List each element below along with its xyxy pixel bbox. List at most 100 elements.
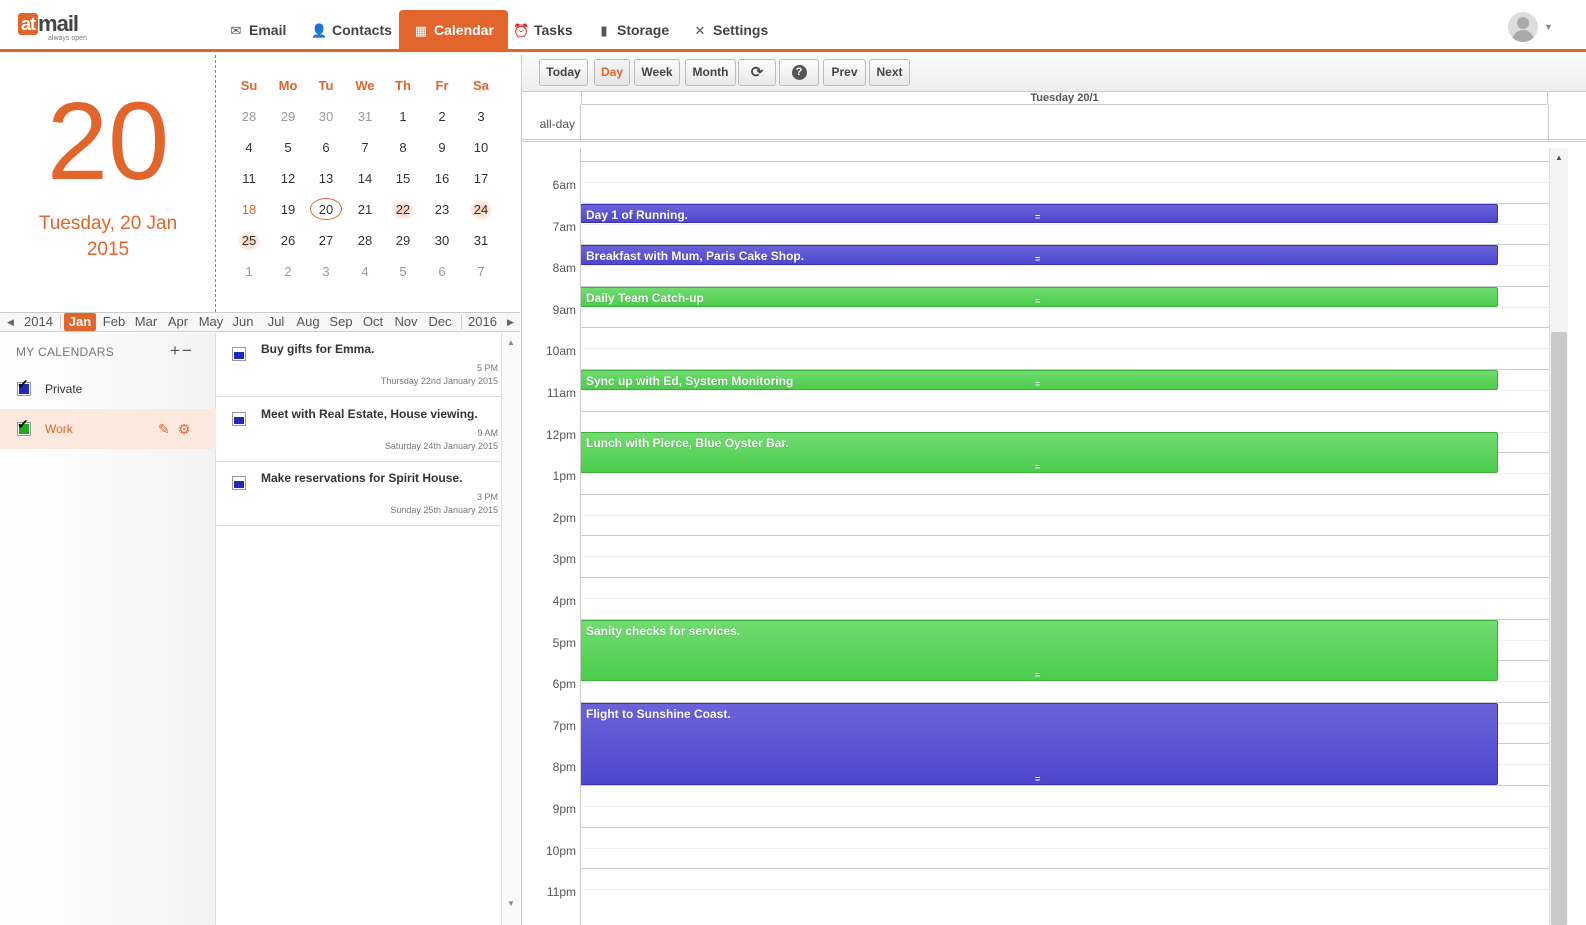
next-button[interactable]: Next bbox=[869, 59, 910, 86]
mini-calendar-day[interactable]: 30 bbox=[423, 225, 461, 256]
resize-handle-icon[interactable]: = bbox=[1035, 296, 1040, 306]
mini-calendar-day[interactable]: 29 bbox=[269, 101, 307, 132]
resize-handle-icon[interactable]: = bbox=[1035, 774, 1040, 784]
previous-year-arrow-icon[interactable]: ◀ bbox=[7, 313, 14, 331]
calendar-event[interactable]: Day 1 of Running. = bbox=[580, 203, 1498, 224]
month-dec[interactable]: Dec bbox=[424, 313, 456, 331]
month-mar[interactable]: Mar bbox=[131, 313, 161, 331]
mini-calendar-day[interactable]: 1 bbox=[384, 101, 422, 132]
calendar-event[interactable]: Sanity checks for services. = bbox=[580, 619, 1498, 681]
resize-handle-icon[interactable]: = bbox=[1035, 213, 1040, 222]
mini-calendar-day[interactable]: 5 bbox=[269, 132, 307, 163]
nav-calendar[interactable]: ▦ Calendar bbox=[399, 10, 508, 51]
chevron-down-icon[interactable]: ▼ bbox=[1544, 22, 1553, 32]
mini-calendar-day[interactable]: 28 bbox=[346, 225, 384, 256]
month-jun[interactable]: Jun bbox=[228, 313, 258, 331]
mini-calendar-day[interactable]: 6 bbox=[307, 132, 345, 163]
mini-calendar-day[interactable]: 26 bbox=[269, 225, 307, 256]
mini-calendar-day[interactable]: 18 bbox=[230, 194, 268, 225]
month-nov[interactable]: Nov bbox=[391, 313, 421, 331]
scroll-up-icon[interactable]: ▲ bbox=[1555, 153, 1563, 162]
resize-handle-icon[interactable]: = bbox=[1035, 670, 1040, 680]
task-item[interactable]: Buy gifts for Emma. 5 PM Thursday 22nd Jan… bbox=[217, 333, 501, 397]
refresh-button[interactable]: ⟳ bbox=[738, 59, 776, 86]
mini-calendar-day[interactable]: 10 bbox=[462, 132, 500, 163]
calendar-item-private[interactable]: ✔ Private bbox=[0, 369, 216, 409]
nav-tasks[interactable]: ⏰ Tasks bbox=[499, 10, 587, 51]
calendar-checkbox[interactable]: ✔ bbox=[17, 377, 31, 396]
resize-handle-icon[interactable]: = bbox=[1035, 254, 1040, 264]
mini-calendar-day[interactable]: 6 bbox=[423, 256, 461, 287]
month-jul[interactable]: Jul bbox=[261, 313, 291, 331]
mini-calendar-day[interactable]: 13 bbox=[307, 163, 345, 194]
mini-calendar-day[interactable]: 22 bbox=[384, 194, 422, 225]
day-view-scrollbar[interactable]: ▲ bbox=[1549, 148, 1568, 925]
mini-calendar-day[interactable]: 28 bbox=[230, 101, 268, 132]
nav-contacts[interactable]: 👤 Contacts bbox=[297, 10, 406, 51]
month-apr[interactable]: Apr bbox=[163, 313, 193, 331]
mini-calendar-day[interactable]: 11 bbox=[230, 163, 268, 194]
previous-year[interactable]: 2014 bbox=[20, 313, 57, 331]
calendar-item-work[interactable]: ✔ Work ✎ ⚙ bbox=[0, 409, 216, 449]
next-year[interactable]: 2016 bbox=[464, 313, 501, 331]
mini-calendar-day[interactable]: 27 bbox=[307, 225, 345, 256]
add-remove-calendar-buttons[interactable]: +− bbox=[170, 341, 194, 361]
mini-calendar-day[interactable]: 2 bbox=[423, 101, 461, 132]
nav-storage[interactable]: ▮ Storage bbox=[582, 10, 683, 51]
today-button[interactable]: Today bbox=[539, 59, 588, 86]
mini-calendar-day[interactable]: 7 bbox=[346, 132, 384, 163]
next-year-arrow-icon[interactable]: ▶ bbox=[507, 313, 514, 331]
mini-calendar-day[interactable]: 12 bbox=[269, 163, 307, 194]
task-item[interactable]: Make reservations for Spirit House. 3 PM S… bbox=[217, 462, 501, 526]
month-view-button[interactable]: Month bbox=[685, 59, 736, 86]
calendar-checkbox[interactable]: ✔ bbox=[17, 417, 31, 436]
month-jan[interactable]: Jan bbox=[64, 313, 96, 331]
calendar-event[interactable]: Breakfast with Mum, Paris Cake Shop. = bbox=[580, 245, 1498, 265]
scroll-up-icon[interactable]: ▲ bbox=[507, 338, 515, 347]
mini-calendar-day[interactable]: 7 bbox=[462, 256, 500, 287]
prev-button[interactable]: Prev bbox=[823, 59, 866, 86]
mini-calendar-day[interactable]: 1 bbox=[230, 256, 268, 287]
mini-calendar-day[interactable]: 20 bbox=[307, 194, 345, 225]
mini-calendar-day[interactable]: 8 bbox=[384, 132, 422, 163]
resize-handle-icon[interactable]: = bbox=[1035, 379, 1040, 389]
mini-calendar-day[interactable]: 24 bbox=[462, 194, 500, 225]
day-view-button[interactable]: Day bbox=[594, 59, 630, 86]
mini-calendar-day[interactable]: 16 bbox=[423, 163, 461, 194]
atmail-logo[interactable]: at mail always open bbox=[18, 13, 87, 43]
help-button[interactable]: ? bbox=[779, 59, 819, 86]
brush-icon[interactable]: ✎ bbox=[158, 421, 170, 437]
month-feb[interactable]: Feb bbox=[99, 313, 129, 331]
month-sep[interactable]: Sep bbox=[326, 313, 356, 331]
task-item[interactable]: Meet with Real Estate, House viewing. 9 A… bbox=[217, 398, 501, 462]
calendar-event[interactable]: Lunch with Pierce, Blue Oyster Bar. = bbox=[580, 432, 1498, 473]
mini-calendar-day[interactable]: 31 bbox=[462, 225, 500, 256]
all-day-slot[interactable] bbox=[580, 105, 1549, 142]
user-avatar[interactable] bbox=[1508, 12, 1538, 42]
mini-calendar-day[interactable]: 9 bbox=[423, 132, 461, 163]
mini-calendar-day[interactable]: 4 bbox=[346, 256, 384, 287]
mini-calendar-day[interactable]: 2 bbox=[269, 256, 307, 287]
mini-calendar-day[interactable]: 31 bbox=[346, 101, 384, 132]
resize-handle-icon[interactable]: = bbox=[1035, 462, 1040, 472]
calendar-event[interactable]: Flight to Sunshine Coast. = bbox=[580, 702, 1498, 785]
mini-calendar-day[interactable]: 29 bbox=[384, 225, 422, 256]
gear-icon[interactable]: ⚙ bbox=[178, 421, 191, 437]
nav-settings[interactable]: ✕ Settings bbox=[678, 10, 782, 51]
mini-calendar-day[interactable]: 3 bbox=[307, 256, 345, 287]
month-aug[interactable]: Aug bbox=[293, 313, 323, 331]
tasks-scrollbar[interactable]: ▲ ▼ bbox=[501, 333, 520, 925]
mini-calendar-day[interactable]: 4 bbox=[230, 132, 268, 163]
month-may[interactable]: May bbox=[196, 313, 226, 331]
month-oct[interactable]: Oct bbox=[358, 313, 388, 331]
time-grid[interactable]: 6am 7am 8am 9am 10am 11am 12pm 1pm 2pm 3pm 4pm 5pm 6… bbox=[522, 148, 1549, 925]
mini-calendar-day[interactable]: 14 bbox=[346, 163, 384, 194]
week-view-button[interactable]: Week bbox=[634, 59, 680, 86]
mini-calendar-day[interactable]: 21 bbox=[346, 194, 384, 225]
mini-calendar-day[interactable]: 23 bbox=[423, 194, 461, 225]
calendar-event[interactable]: Sync up with Ed, System Monitoring = bbox=[580, 370, 1498, 390]
scrollbar-thumb[interactable] bbox=[1551, 332, 1567, 925]
mini-calendar-day[interactable]: 5 bbox=[384, 256, 422, 287]
nav-email[interactable]: ✉ Email bbox=[214, 10, 300, 51]
mini-calendar-day[interactable]: 30 bbox=[307, 101, 345, 132]
